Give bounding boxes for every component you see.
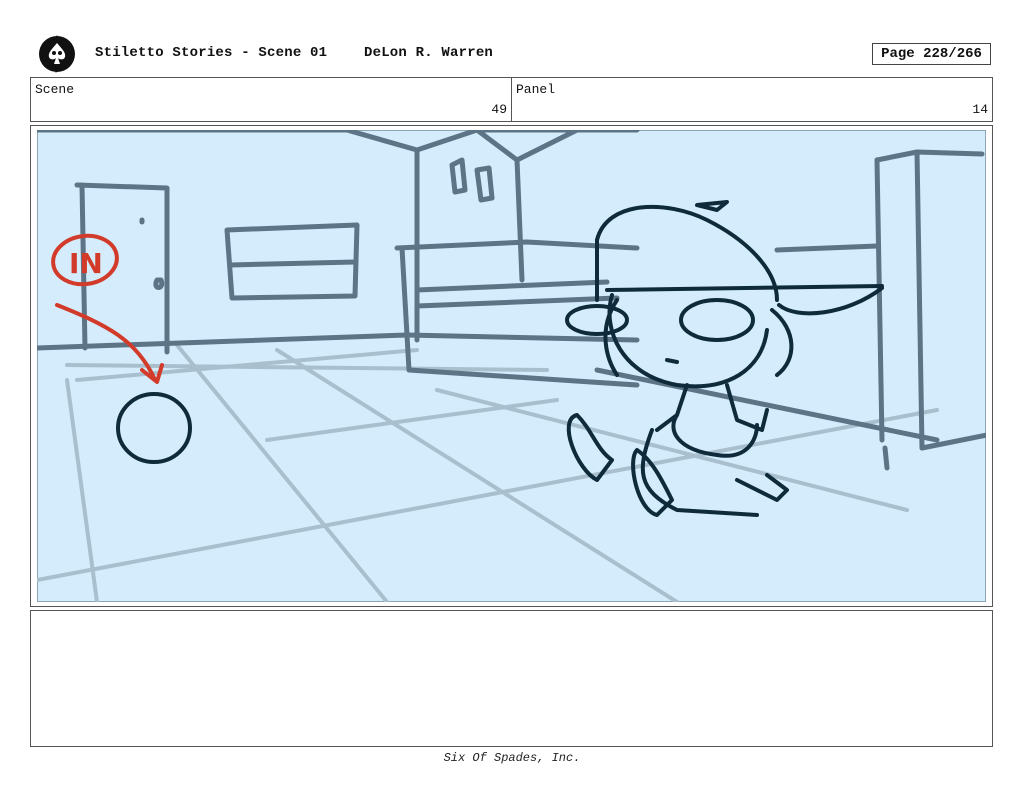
notes-box xyxy=(30,610,993,747)
panel-cell: Panel 14 xyxy=(512,78,992,121)
panel-number: 14 xyxy=(972,102,988,117)
storyboard-drawing: IN xyxy=(37,130,986,602)
scene-number: 49 xyxy=(491,102,507,117)
scene-cell: Scene 49 xyxy=(31,78,512,121)
spade-logo-icon xyxy=(34,31,80,77)
author-name: DeLon R. Warren xyxy=(364,45,494,61)
page-indicator: Page 228/266 xyxy=(872,43,991,65)
scene-panel-info: Scene 49 Panel 14 xyxy=(30,77,993,122)
panel-label: Panel xyxy=(516,82,556,97)
storyboard-frame: IN xyxy=(30,125,993,607)
footer-company: Six Of Spades, Inc. xyxy=(443,751,581,765)
scene-label: Scene xyxy=(35,82,75,97)
in-annotation: IN xyxy=(69,247,103,280)
document-title: Stiletto Stories - Scene 01 xyxy=(95,45,328,61)
